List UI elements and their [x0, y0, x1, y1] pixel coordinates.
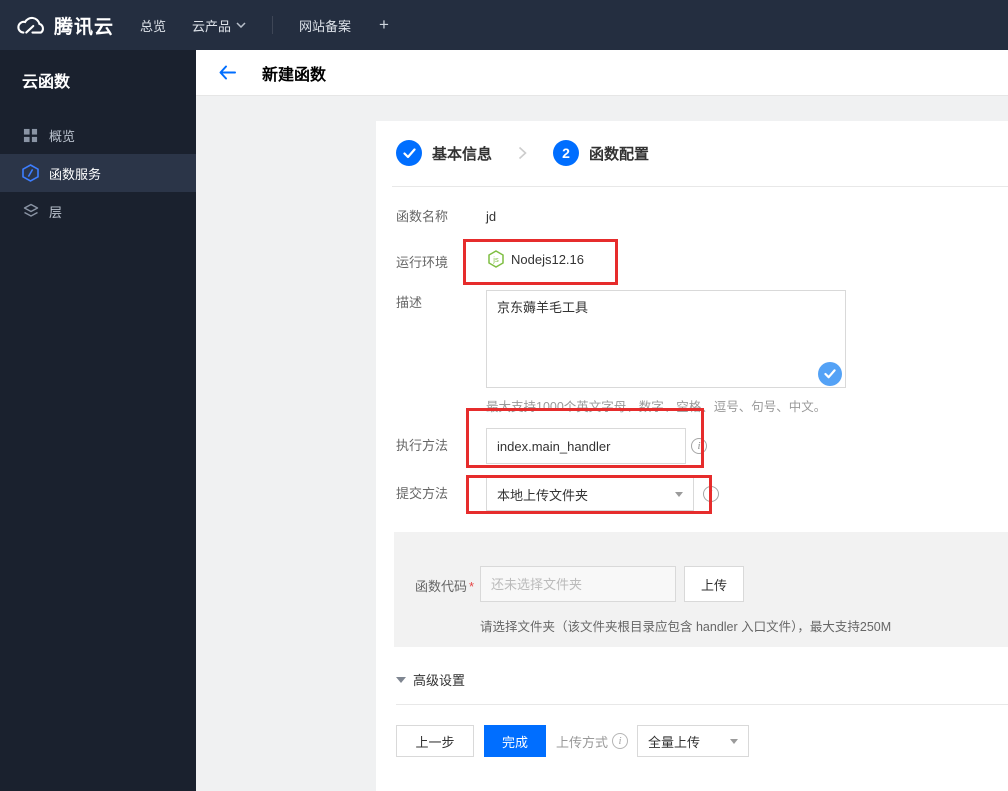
sidebar-item-label: 概览 [49, 128, 76, 144]
step-indicator: 基本信息 2 函数配置 [396, 140, 649, 166]
nav-divider [272, 16, 274, 34]
step1-done-check-icon [396, 140, 422, 166]
sidebar: 云函数 概览 函数服务 层 [0, 50, 196, 791]
finish-button[interactable]: 完成 [484, 725, 546, 757]
scf-hexagon-icon [22, 164, 39, 182]
function-code-section: 函数代码* 上传 请选择文件夹（该文件夹根目录应包含 handler 入口文件）… [394, 532, 1008, 647]
sidebar-item-label: 函数服务 [49, 166, 102, 182]
function-name-label: 函数名称 [396, 209, 449, 224]
previous-step-button[interactable]: 上一步 [396, 725, 474, 757]
submit-method-value: 本地上传文件夹 [497, 487, 589, 503]
upload-mode-value: 全量上传 [648, 734, 701, 750]
svg-text:js: js [492, 255, 499, 264]
upload-button[interactable]: 上传 [684, 566, 744, 602]
runtime-value-row: js Nodejs12.16 [488, 250, 584, 268]
advanced-settings-toggle[interactable]: 高级设置 [396, 670, 465, 689]
description-textarea[interactable]: 京东薅羊毛工具 [486, 290, 846, 388]
top-navigation: 总览 云产品 网站备案 + [140, 0, 389, 50]
sidebar-item-overview[interactable]: 概览 [0, 116, 196, 154]
required-asterisk: * [469, 579, 475, 594]
folder-path-input[interactable] [480, 566, 676, 602]
upload-mode-select[interactable]: 全量上传 [637, 725, 750, 757]
create-function-panel: 基本信息 2 函数配置 函数名称 jd 运行环境 js Nodejs12.16 … [376, 121, 1008, 791]
step-chevron-icon [518, 146, 527, 160]
submit-method-select[interactable]: 本地上传文件夹 [486, 477, 694, 511]
nav-overview[interactable]: 总览 [140, 16, 166, 35]
sidebar-item-function-service[interactable]: 函数服务 [0, 154, 196, 192]
select-caret-icon [675, 491, 683, 497]
description-valid-check-icon [818, 362, 842, 386]
tencent-cloud-brand[interactable]: 腾讯云 [14, 0, 114, 50]
nav-products[interactable]: 云产品 [192, 16, 246, 35]
handler-info-icon[interactable] [691, 438, 707, 454]
sidebar-item-label: 层 [49, 204, 63, 220]
submit-method-label: 提交方法 [396, 486, 449, 501]
nav-add-tab[interactable]: + [379, 15, 389, 35]
select-caret-icon [730, 738, 739, 744]
page-title: 新建函数 [262, 67, 327, 84]
submit-method-info-icon[interactable] [703, 486, 719, 502]
steps-divider [392, 186, 1008, 187]
sidebar-title: 云函数 [22, 74, 71, 91]
runtime-label: 运行环境 [396, 255, 449, 270]
runtime-value: Nodejs12.16 [511, 251, 584, 267]
layers-icon [22, 202, 39, 220]
sidebar-item-layers[interactable]: 层 [0, 192, 196, 230]
grid-icon [22, 126, 39, 144]
tencent-cloud-logo-icon [14, 14, 46, 37]
handler-label: 执行方法 [396, 438, 449, 453]
step2-number-badge: 2 [553, 140, 580, 166]
upload-mode: 上传方式 [556, 732, 629, 751]
footer-actions: 上一步 完成 上传方式 全量上传 [396, 725, 750, 757]
brand-name: 腾讯云 [54, 16, 115, 38]
nav-website-beian[interactable]: 网站备案 [299, 16, 351, 35]
back-arrow-icon[interactable] [218, 64, 236, 86]
advanced-settings-label: 高级设置 [413, 673, 466, 688]
upload-mode-label: 上传方式 [556, 734, 609, 750]
triangle-down-icon [396, 676, 406, 683]
description-hint: 最大支持1000个英文字母、数字、空格、逗号、句号、中文。 [486, 400, 827, 414]
upload-mode-info-icon[interactable] [612, 733, 629, 749]
topbar: 腾讯云 总览 云产品 网站备案 + [0, 0, 1008, 50]
footer-divider [396, 704, 1008, 705]
step1-label: 基本信息 [432, 145, 493, 163]
chevron-down-icon [236, 22, 246, 28]
function-code-hint: 请选择文件夹（该文件夹根目录应包含 handler 入口文件），最大支持250M [480, 620, 892, 634]
page-header: 新建函数 [196, 50, 1008, 96]
function-name-value: jd [486, 209, 497, 224]
nodejs-icon: js [488, 250, 504, 268]
handler-input[interactable] [486, 428, 686, 464]
description-label: 描述 [396, 295, 423, 310]
step2-label: 函数配置 [589, 145, 650, 163]
sidebar-menu: 概览 函数服务 层 [0, 116, 196, 230]
function-code-label: 函数代码 * [415, 579, 475, 594]
